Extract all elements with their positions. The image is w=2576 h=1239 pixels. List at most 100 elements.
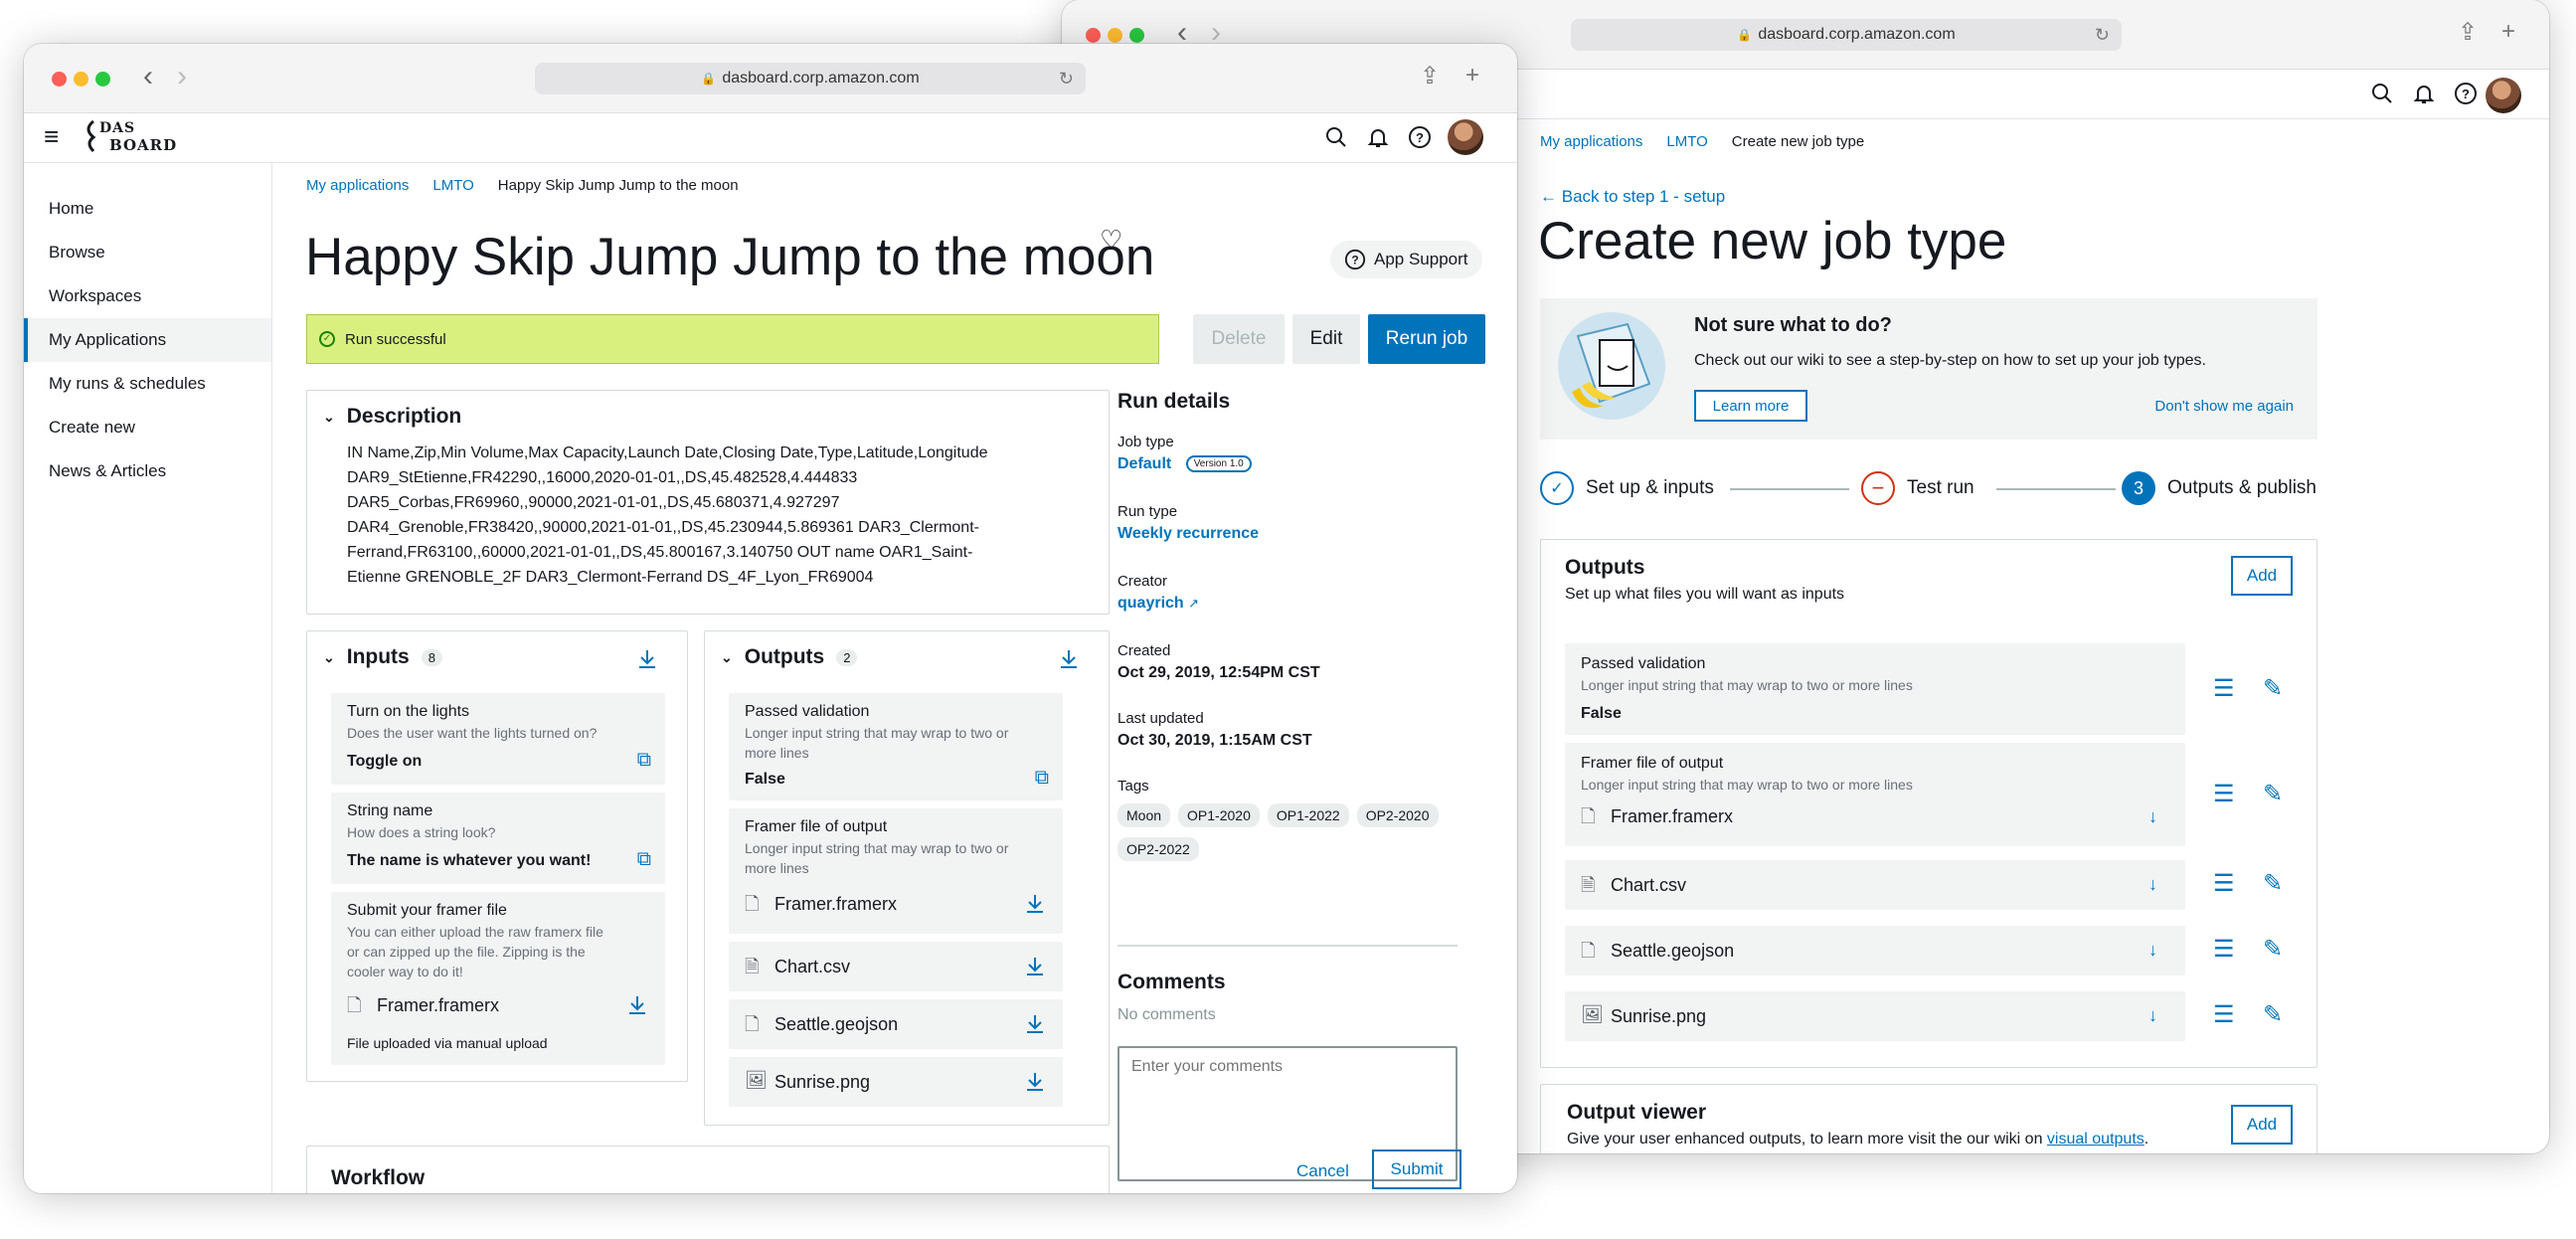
bell-icon[interactable] bbox=[1366, 125, 1390, 149]
edit-pencil-icon[interactable]: ✎ bbox=[2263, 783, 2283, 806]
help-icon[interactable]: ? bbox=[2454, 82, 2478, 105]
drag-handle-icon[interactable]: ☰ bbox=[2213, 938, 2235, 962]
download-icon[interactable] bbox=[1057, 647, 1081, 671]
download-icon[interactable] bbox=[1023, 1070, 1047, 1094]
sidebar-item-browse[interactable]: Browse bbox=[24, 231, 271, 274]
close-window-button[interactable] bbox=[52, 72, 67, 87]
drag-handle-icon[interactable]: ☰ bbox=[2213, 677, 2235, 701]
download-arrow-icon[interactable]: ↓ bbox=[2148, 806, 2157, 827]
download-icon[interactable] bbox=[635, 647, 659, 671]
run-type-link[interactable]: Weekly recurrence bbox=[1117, 525, 1259, 543]
back-to-setup-link[interactable]: ← Back to step 1 - setup bbox=[1540, 187, 1725, 207]
edit-pencil-icon[interactable]: ✎ bbox=[2263, 677, 2283, 701]
add-viewer-button[interactable]: Add bbox=[2231, 1105, 2293, 1145]
external-link-icon[interactable]: ↗ bbox=[1188, 596, 1199, 611]
output-row[interactable]: 🗋 Seattle.geojson ↓ bbox=[1565, 926, 2185, 975]
output-row[interactable]: 🗎 Chart.csv ↓ bbox=[1565, 860, 2185, 910]
download-arrow-icon[interactable]: ↓ bbox=[2148, 874, 2157, 895]
download-icon[interactable] bbox=[625, 993, 649, 1017]
input-card[interactable]: Turn on the lights Does the user want th… bbox=[331, 693, 665, 785]
breadcrumb-my-applications[interactable]: My applications bbox=[1540, 133, 1642, 150]
sidebar-item-create-new[interactable]: Create new bbox=[24, 406, 271, 449]
tag[interactable]: Moon bbox=[1117, 803, 1171, 827]
sidebar-item-my-runs[interactable]: My runs & schedules bbox=[24, 362, 271, 406]
dont-show-again-link[interactable]: Don't show me again bbox=[2154, 398, 2294, 415]
copy-icon[interactable]: ⧉ bbox=[637, 848, 651, 871]
cancel-comment-button[interactable]: Cancel bbox=[1296, 1161, 1349, 1181]
favorite-heart-icon[interactable]: ♡ bbox=[1100, 225, 1122, 256]
edit-pencil-icon[interactable]: ✎ bbox=[2263, 938, 2283, 962]
app-support-button[interactable]: ? App Support bbox=[1330, 241, 1482, 278]
delete-button[interactable]: Delete bbox=[1193, 314, 1285, 364]
minimize-window-button[interactable] bbox=[74, 72, 88, 87]
drag-handle-icon[interactable]: ☰ bbox=[2213, 783, 2235, 806]
tag[interactable]: OP1-2022 bbox=[1267, 803, 1349, 827]
output-card[interactable]: Framer file of output Longer input strin… bbox=[729, 808, 1063, 934]
output-row[interactable]: Framer file of output Longer input strin… bbox=[1565, 743, 2185, 846]
hamburger-menu-icon[interactable]: ≡ bbox=[44, 121, 59, 152]
zoom-window-button[interactable] bbox=[95, 72, 110, 87]
sidebar-item-home[interactable]: Home bbox=[24, 187, 271, 231]
step-test-run[interactable]: − Test run bbox=[1861, 471, 1975, 505]
drag-handle-icon[interactable]: ☰ bbox=[2213, 1003, 2235, 1027]
visual-outputs-link[interactable]: visual outputs bbox=[2047, 1131, 2145, 1148]
breadcrumb-lmto[interactable]: LMTO bbox=[1666, 133, 1707, 150]
zoom-window-button[interactable] bbox=[1129, 28, 1144, 43]
new-tab-icon[interactable]: + bbox=[2501, 18, 2515, 46]
inputs-header[interactable]: ⌄ Inputs 8 bbox=[323, 645, 442, 669]
output-card[interactable]: Passed validation Longer input string th… bbox=[729, 693, 1063, 800]
forward-arrow-icon[interactable]: › bbox=[177, 62, 187, 91]
tag[interactable]: OP1-2020 bbox=[1178, 803, 1260, 827]
add-output-button[interactable]: Add bbox=[2231, 556, 2293, 596]
download-icon[interactable] bbox=[1023, 892, 1047, 916]
download-arrow-icon[interactable]: ↓ bbox=[2148, 940, 2157, 961]
step-outputs-publish[interactable]: 3 Outputs & publish bbox=[2122, 471, 2317, 505]
download-arrow-icon[interactable]: ↓ bbox=[2148, 1005, 2157, 1026]
job-type-link[interactable]: Default bbox=[1117, 455, 1171, 472]
reload-icon[interactable]: ↻ bbox=[2095, 25, 2110, 46]
copy-icon[interactable]: ⧉ bbox=[637, 749, 651, 772]
edit-button[interactable]: Edit bbox=[1292, 314, 1360, 364]
sidebar-item-workspaces[interactable]: Workspaces bbox=[24, 274, 271, 318]
edit-pencil-icon[interactable]: ✎ bbox=[2263, 872, 2283, 896]
close-window-button[interactable] bbox=[1086, 28, 1101, 43]
output-card[interactable]: 🗎 Chart.csv bbox=[729, 942, 1063, 991]
share-icon[interactable]: ⇪ bbox=[2458, 18, 2478, 47]
breadcrumb-lmto[interactable]: LMTO bbox=[432, 177, 473, 194]
description-header[interactable]: ⌄ Description bbox=[323, 405, 461, 429]
outputs-header[interactable]: ⌄ Outputs 2 bbox=[721, 645, 858, 669]
bell-icon[interactable] bbox=[2412, 82, 2436, 105]
creator-link[interactable]: quayrich bbox=[1117, 595, 1184, 612]
dasboard-logo[interactable]: DAS BOARD bbox=[82, 117, 176, 157]
breadcrumb-my-applications[interactable]: My applications bbox=[306, 177, 409, 194]
address-bar[interactable]: 🔒 dasboard.corp.amazon.com ↻ bbox=[535, 63, 1086, 94]
search-icon[interactable] bbox=[2370, 82, 2394, 105]
user-avatar[interactable] bbox=[1448, 119, 1483, 155]
tag[interactable]: OP2-2020 bbox=[1356, 803, 1439, 827]
new-tab-icon[interactable]: + bbox=[1465, 62, 1479, 89]
edit-pencil-icon[interactable]: ✎ bbox=[2263, 1003, 2283, 1027]
back-arrow-icon[interactable]: ‹ bbox=[143, 62, 153, 91]
copy-icon[interactable]: ⧉ bbox=[1035, 767, 1049, 790]
output-card[interactable]: 🖼 Sunrise.png bbox=[729, 1057, 1063, 1107]
share-icon[interactable]: ⇪ bbox=[1420, 62, 1440, 90]
download-icon[interactable] bbox=[1023, 955, 1047, 978]
input-card[interactable]: String name How does a string look? The … bbox=[331, 793, 665, 884]
output-row[interactable]: Passed validation Longer input string th… bbox=[1565, 643, 2185, 735]
step-setup-inputs[interactable]: ✓ Set up & inputs bbox=[1540, 471, 1714, 505]
help-icon[interactable]: ? bbox=[1408, 125, 1432, 149]
learn-more-button[interactable]: Learn more bbox=[1694, 390, 1807, 422]
sidebar-item-news[interactable]: News & Articles bbox=[24, 449, 271, 493]
download-icon[interactable] bbox=[1023, 1012, 1047, 1036]
output-row[interactable]: 🖼 Sunrise.png ↓ bbox=[1565, 991, 2185, 1041]
user-avatar[interactable] bbox=[2486, 78, 2521, 113]
input-card[interactable]: Submit your framer file You can either u… bbox=[331, 892, 665, 1065]
rerun-job-button[interactable]: Rerun job bbox=[1368, 314, 1485, 364]
minimize-window-button[interactable] bbox=[1108, 28, 1122, 43]
reload-icon[interactable]: ↻ bbox=[1059, 69, 1074, 89]
address-bar[interactable]: 🔒 dasboard.corp.amazon.com ↻ bbox=[1571, 19, 2122, 51]
tag[interactable]: OP2-2022 bbox=[1117, 837, 1199, 861]
sidebar-item-my-applications[interactable]: My Applications bbox=[24, 318, 271, 362]
search-icon[interactable] bbox=[1324, 125, 1348, 149]
submit-comment-button[interactable]: Submit bbox=[1372, 1150, 1461, 1189]
